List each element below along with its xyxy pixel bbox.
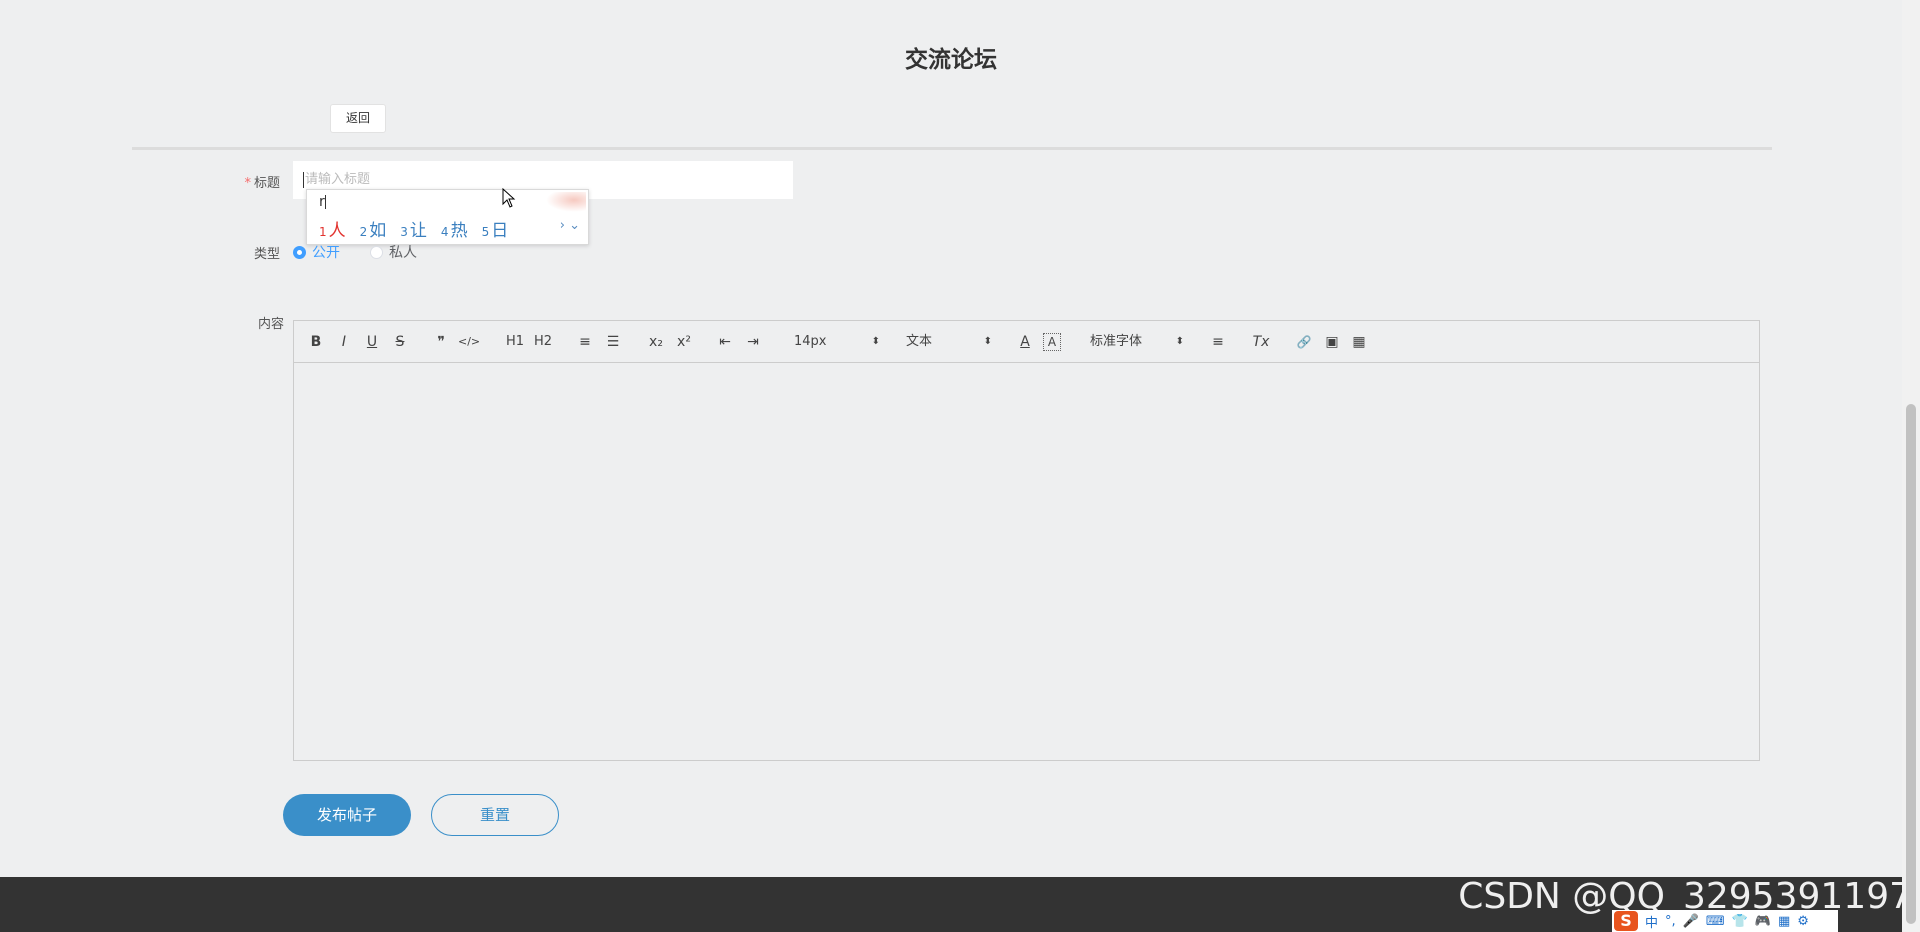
scrollbar[interactable] (1902, 0, 1920, 932)
clean-format-icon[interactable]: Tx (1251, 333, 1271, 351)
ordered-list-icon[interactable]: ≡ (576, 333, 594, 351)
ime-candidate[interactable]: 5日 (482, 216, 509, 241)
select-arrows-icon: ⬍ (983, 336, 992, 347)
outdent-icon[interactable]: ⇤ (716, 333, 734, 351)
editor-content-area[interactable] (294, 363, 1759, 760)
ime-candidate[interactable]: 4热 (441, 216, 468, 241)
font-family-value: 标准字体 (1090, 334, 1143, 349)
ime-candidate-num: 5 (481, 225, 490, 239)
toolbox-icon[interactable]: ▦ (1778, 914, 1790, 929)
ime-status-bar: S 中 °, 🎤 ⌨ 👕 🎮 ▦ ⚙ (1612, 910, 1838, 932)
ime-candidate-text: 如 (369, 221, 387, 241)
font-size-value: 14px (794, 334, 827, 349)
title-placeholder: 请输入标题 (305, 172, 371, 187)
video-icon[interactable]: ▦ (1350, 333, 1368, 351)
select-arrows-icon: ⬍ (871, 336, 880, 347)
link-icon[interactable]: 🔗 (1295, 333, 1313, 351)
bullet-list-icon[interactable]: ☰ (604, 333, 622, 351)
font-family-select[interactable]: 标准字体 ⬍ (1090, 333, 1184, 351)
ime-expand-icon[interactable]: ⌄ (569, 218, 580, 233)
required-mark: * (244, 176, 251, 191)
microphone-icon[interactable]: 🎤 (1683, 914, 1699, 929)
radio-public-label[interactable]: 公开 (312, 242, 340, 262)
ime-mode-chinese[interactable]: 中 (1645, 912, 1658, 931)
submit-post-button[interactable]: 发布帖子 (283, 794, 411, 836)
strike-icon[interactable]: S (391, 333, 409, 351)
settings-icon[interactable]: ⚙ (1797, 914, 1809, 929)
page-title: 交流论坛 (905, 47, 997, 73)
reset-button[interactable]: 重置 (431, 794, 559, 836)
indent-icon[interactable]: ⇥ (744, 333, 762, 351)
sogou-logo-icon[interactable]: S (1614, 911, 1638, 931)
ime-nav: › ⌄ (560, 218, 580, 233)
ime-candidate-popup[interactable]: r 1人 2如 3让 4热 5日 › ⌄ (306, 189, 589, 245)
font-size-select[interactable]: 14px ⬍ (794, 333, 880, 351)
ime-pinyin: r (319, 194, 326, 210)
image-icon[interactable]: ▣ (1323, 333, 1341, 351)
ime-candidate-text: 日 (491, 221, 509, 241)
code-block-icon[interactable]: </> (458, 333, 480, 351)
radio-private[interactable] (370, 245, 383, 259)
keyboard-icon[interactable]: ⌨ (1706, 914, 1725, 929)
header2-icon[interactable]: H2 (532, 333, 554, 351)
game-icon[interactable]: 🎮 (1755, 914, 1771, 929)
ime-candidate[interactable]: 3让 (400, 216, 427, 241)
editor-toolbar: B I U S ❞ </> H1 H2 ≡ ☰ x₂ x² ⇤ ⇥ 14px ⬍ … (294, 321, 1759, 363)
ime-candidate[interactable]: 2如 (360, 216, 387, 241)
ime-skin-decoration (546, 192, 586, 212)
type-radio-group: 公开 私人 (293, 242, 417, 262)
ime-candidate-text: 热 (450, 221, 468, 241)
punctuation-icon[interactable]: °, (1665, 914, 1676, 929)
ime-candidate-text: 让 (409, 221, 427, 241)
header1-icon[interactable]: H1 (504, 333, 526, 351)
title-label-text: 标题 (253, 176, 280, 191)
ime-caret (324, 195, 326, 209)
select-arrows-icon: ⬍ (1175, 336, 1184, 347)
blockquote-icon[interactable]: ❞ (432, 333, 450, 351)
background-color-icon[interactable]: A (1043, 333, 1061, 351)
skin-icon[interactable]: 👕 (1732, 914, 1748, 929)
ime-candidate-num: 3 (400, 225, 408, 239)
italic-icon[interactable]: I (335, 333, 353, 351)
underline-icon[interactable]: U (363, 333, 381, 351)
bold-icon[interactable]: B (307, 333, 325, 351)
title-label: * 标题 (200, 172, 280, 191)
header-select[interactable]: 文本 ⬍ (906, 333, 992, 351)
superscript-icon[interactable]: x² (674, 333, 694, 351)
type-label: 类型 (253, 247, 280, 262)
ime-candidate-text: 人 (328, 221, 346, 241)
radio-private-label[interactable]: 私人 (389, 242, 417, 262)
content-label: 内容 (257, 317, 284, 332)
ime-next-page-icon[interactable]: › (560, 218, 565, 233)
radio-public[interactable] (293, 245, 306, 259)
ime-candidate-list: 1人 2如 3让 4热 5日 (319, 216, 508, 241)
subscript-icon[interactable]: x₂ (646, 333, 666, 351)
text-color-icon[interactable]: A (1016, 333, 1034, 351)
text-caret (303, 171, 304, 188)
align-icon[interactable]: ≡ (1209, 333, 1227, 351)
divider (132, 147, 1772, 150)
back-button[interactable]: 返回 (330, 104, 386, 133)
ime-candidate[interactable]: 1人 (319, 216, 346, 241)
scrollbar-thumb[interactable] (1906, 404, 1916, 924)
rich-text-editor: B I U S ❞ </> H1 H2 ≡ ☰ x₂ x² ⇤ ⇥ 14px ⬍ … (293, 320, 1760, 761)
ime-candidate-num: 1 (319, 225, 327, 239)
mouse-cursor-icon (502, 188, 516, 208)
ime-candidate-num: 4 (440, 225, 449, 239)
header-value: 文本 (906, 334, 933, 349)
ime-candidate-num: 2 (359, 225, 368, 239)
